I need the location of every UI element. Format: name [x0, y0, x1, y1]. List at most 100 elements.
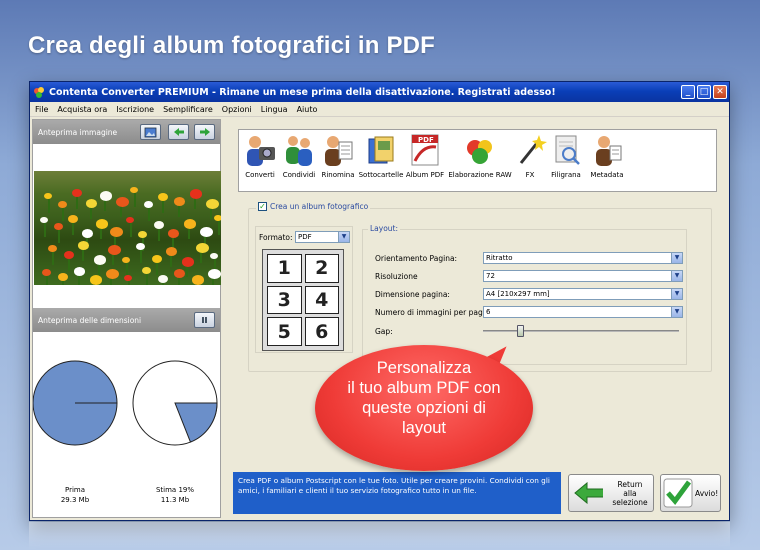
flower	[86, 199, 97, 208]
flower-stem	[156, 261, 158, 275]
tool-condividi[interactable]: Condividi	[281, 133, 317, 179]
tool-converti[interactable]: Converti	[242, 133, 278, 179]
flower	[100, 191, 112, 201]
gap-label: Gap:	[375, 327, 393, 336]
flower	[138, 231, 147, 239]
flower-stem	[52, 251, 54, 265]
format-label: Formato:	[259, 233, 293, 242]
flower	[126, 217, 134, 224]
flower	[64, 251, 74, 259]
flower	[200, 227, 213, 238]
images-per-page-select[interactable]: 6 ▼	[483, 306, 683, 318]
chevron-down-icon: ▼	[671, 307, 682, 317]
menu-file[interactable]: File	[35, 105, 48, 114]
flower	[130, 187, 138, 194]
menu-opzioni[interactable]: Opzioni	[222, 105, 252, 114]
flower-stem	[148, 207, 150, 221]
menu-aiuto[interactable]: Aiuto	[297, 105, 318, 114]
grid-cell: 1	[267, 254, 302, 283]
flower	[144, 201, 153, 209]
close-button[interactable]: ✕	[713, 85, 727, 99]
resolution-select[interactable]: 72 ▼	[483, 270, 683, 282]
flower-stem	[146, 273, 148, 285]
tool-filigrana[interactable]: Filigrana	[548, 133, 584, 179]
page-size-select[interactable]: A4 [210x297 mm] ▼	[483, 288, 683, 300]
flower	[96, 219, 108, 229]
image-icon	[144, 127, 157, 137]
layout-title: Layout:	[368, 224, 401, 233]
grid-cell: 6	[304, 317, 339, 346]
flower	[116, 197, 129, 208]
flower	[190, 189, 202, 199]
flower	[58, 201, 67, 209]
size-comparison: Prima 29.3 Mb Stima 19% 11.3 Mb	[32, 333, 220, 517]
magic-wand-icon	[519, 135, 547, 164]
flower-stem	[72, 221, 74, 235]
next-image-button[interactable]	[194, 124, 215, 140]
flower-stem	[48, 199, 50, 213]
orientation-select[interactable]: Ritratto ▼	[483, 252, 683, 264]
preview-header: Anteprima immagine	[33, 120, 220, 144]
flower	[44, 193, 52, 200]
tool-fx[interactable]: FX	[515, 133, 547, 179]
window-reflection	[29, 522, 730, 550]
flower-stem	[162, 199, 164, 213]
album-checkbox[interactable]: ✓	[258, 202, 267, 211]
maximize-button[interactable]: □	[697, 85, 711, 99]
flower-stem	[140, 249, 142, 263]
tool-rinomina[interactable]: Rinomina	[319, 133, 357, 179]
gap-slider-track[interactable]	[483, 330, 679, 332]
resolution-label: Risoluzione	[375, 272, 418, 281]
camera-person-icon	[247, 136, 275, 166]
grid-cell: 4	[304, 285, 339, 315]
flower-stem	[218, 221, 220, 235]
album-checkbox-row[interactable]: ✓ Crea un album fotografico	[256, 202, 371, 211]
svg-text:PDF: PDF	[418, 136, 434, 144]
flower	[72, 189, 82, 197]
flower	[210, 253, 218, 260]
flower	[94, 255, 106, 265]
flower	[122, 257, 130, 264]
arrow-left-icon	[574, 482, 603, 504]
image-view-button[interactable]	[140, 124, 161, 140]
folders-icon	[368, 136, 394, 164]
pie-after	[132, 360, 218, 446]
after-label: Stima 19% 11.3 Mb	[135, 485, 215, 505]
menu-iscrizione[interactable]: Iscrizione	[116, 105, 154, 114]
flower	[40, 217, 48, 224]
flower-stem	[46, 275, 48, 285]
color-dots-icon	[467, 140, 492, 164]
start-button[interactable]: Avvio!	[660, 474, 721, 512]
tool-metadata[interactable]: Metadata	[587, 133, 627, 179]
format-box: Formato: PDF ▼ 1 2 3 4 5 6	[255, 226, 353, 353]
size-preview-title: Anteprima delle dimensioni	[38, 315, 142, 325]
before-label: Prima 29.3 Mb	[35, 485, 115, 505]
pie-before	[32, 360, 118, 446]
pause-button[interactable]: II	[194, 312, 215, 328]
flower	[152, 255, 162, 263]
flower	[182, 257, 194, 267]
tool-raw[interactable]: Elaborazione RAW	[448, 133, 512, 179]
flower	[54, 223, 63, 231]
page-headline: Crea degli album fotografici in PDF	[28, 32, 436, 59]
tool-sottocartelle[interactable]: Sottocartelle	[358, 133, 404, 179]
minimize-button[interactable]: _	[681, 85, 695, 99]
images-per-page-label: Numero di immagini per pagina:	[375, 308, 497, 317]
format-select[interactable]: PDF ▼	[295, 231, 350, 243]
flower	[74, 267, 85, 276]
tool-album-pdf[interactable]: PDF Album PDF	[404, 133, 446, 179]
window-title: Contenta Converter PREMIUM - Rimane un m…	[49, 86, 556, 98]
grid-cell: 5	[267, 317, 302, 346]
gap-slider-thumb[interactable]	[517, 325, 525, 337]
flower-stem	[58, 229, 60, 243]
checkmark-icon	[663, 478, 693, 508]
menu-semplificare[interactable]: Semplificare	[163, 105, 213, 114]
flower-stem	[130, 223, 132, 237]
menu-acquista[interactable]: Acquista ora	[57, 105, 107, 114]
title-bar: Contenta Converter PREMIUM - Rimane un m…	[30, 82, 729, 102]
flower-stem	[158, 227, 160, 241]
prev-image-button[interactable]	[168, 124, 189, 140]
return-button[interactable]: Return alla selezione	[568, 474, 654, 512]
pie-charts	[32, 360, 218, 446]
menu-lingua[interactable]: Lingua	[261, 105, 288, 114]
